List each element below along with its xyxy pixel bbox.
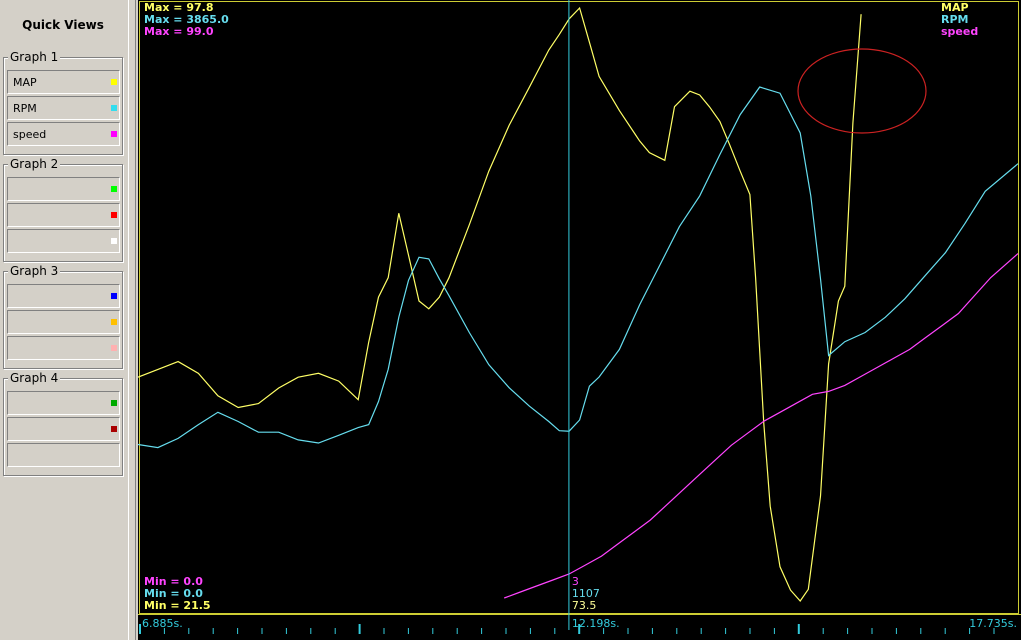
- splitter-bar[interactable]: [128, 0, 136, 640]
- channel-slot[interactable]: [7, 391, 120, 415]
- channel-color-swatch[interactable]: [111, 105, 117, 111]
- channel-color-swatch[interactable]: [111, 426, 117, 432]
- quick-views-title: Quick Views: [22, 18, 104, 32]
- quick-views-panel: Quick Views Graph 1 MAP RPM speed Graph 2 Gra…: [0, 0, 126, 640]
- min-label-map: Min = 21.5: [144, 599, 211, 612]
- channel-slot[interactable]: [7, 417, 120, 441]
- channel-slot[interactable]: [7, 310, 120, 334]
- channel-slot[interactable]: speed: [7, 122, 120, 146]
- graph-group-title: Graph 3: [8, 264, 61, 278]
- time-start-label: 6.885s.: [142, 617, 183, 630]
- channel-label: speed: [13, 128, 47, 141]
- channel-color-swatch[interactable]: [111, 400, 117, 406]
- cursor-value-map: 73.5: [572, 599, 597, 612]
- channel-color-swatch[interactable]: [111, 79, 117, 85]
- graph-group-2: Graph 2: [3, 157, 123, 262]
- graph-group-1: Graph 1 MAP RPM speed: [3, 50, 123, 155]
- channel-color-swatch[interactable]: [111, 131, 117, 137]
- graph-group-4: Graph 4: [3, 371, 123, 476]
- channel-color-swatch[interactable]: [111, 186, 117, 192]
- channel-color-swatch[interactable]: [111, 212, 117, 218]
- data-log-graph[interactable]: Max = 97.8 Max = 3865.0 Max = 99.0 MAP R…: [138, 0, 1021, 640]
- channel-slot[interactable]: RPM: [7, 96, 120, 120]
- graph-group-3: Graph 3: [3, 264, 123, 369]
- cursor-time-label: 12.198s.: [572, 617, 620, 630]
- channel-color-swatch[interactable]: [111, 238, 117, 244]
- channel-color-swatch[interactable]: [111, 293, 117, 299]
- channel-slot[interactable]: [7, 443, 120, 467]
- max-label-speed: Max = 99.0: [144, 25, 214, 38]
- graph-group-title: Graph 2: [8, 157, 61, 171]
- channel-color-swatch[interactable]: [111, 319, 117, 325]
- channel-label: MAP: [13, 76, 37, 89]
- channel-slot[interactable]: [7, 336, 120, 360]
- channel-color-swatch[interactable]: [111, 345, 117, 351]
- plot-background: [138, 0, 1021, 614]
- channel-slot[interactable]: [7, 203, 120, 227]
- legend-speed: speed: [941, 25, 978, 38]
- graph-group-title: Graph 4: [8, 371, 61, 385]
- channel-label: RPM: [13, 102, 37, 115]
- channel-slot[interactable]: [7, 229, 120, 253]
- graph-group-title: Graph 1: [8, 50, 61, 64]
- channel-slot[interactable]: [7, 177, 120, 201]
- channel-slot[interactable]: [7, 284, 120, 308]
- time-end-label: 17.735s.: [969, 617, 1017, 630]
- channel-slot[interactable]: MAP: [7, 70, 120, 94]
